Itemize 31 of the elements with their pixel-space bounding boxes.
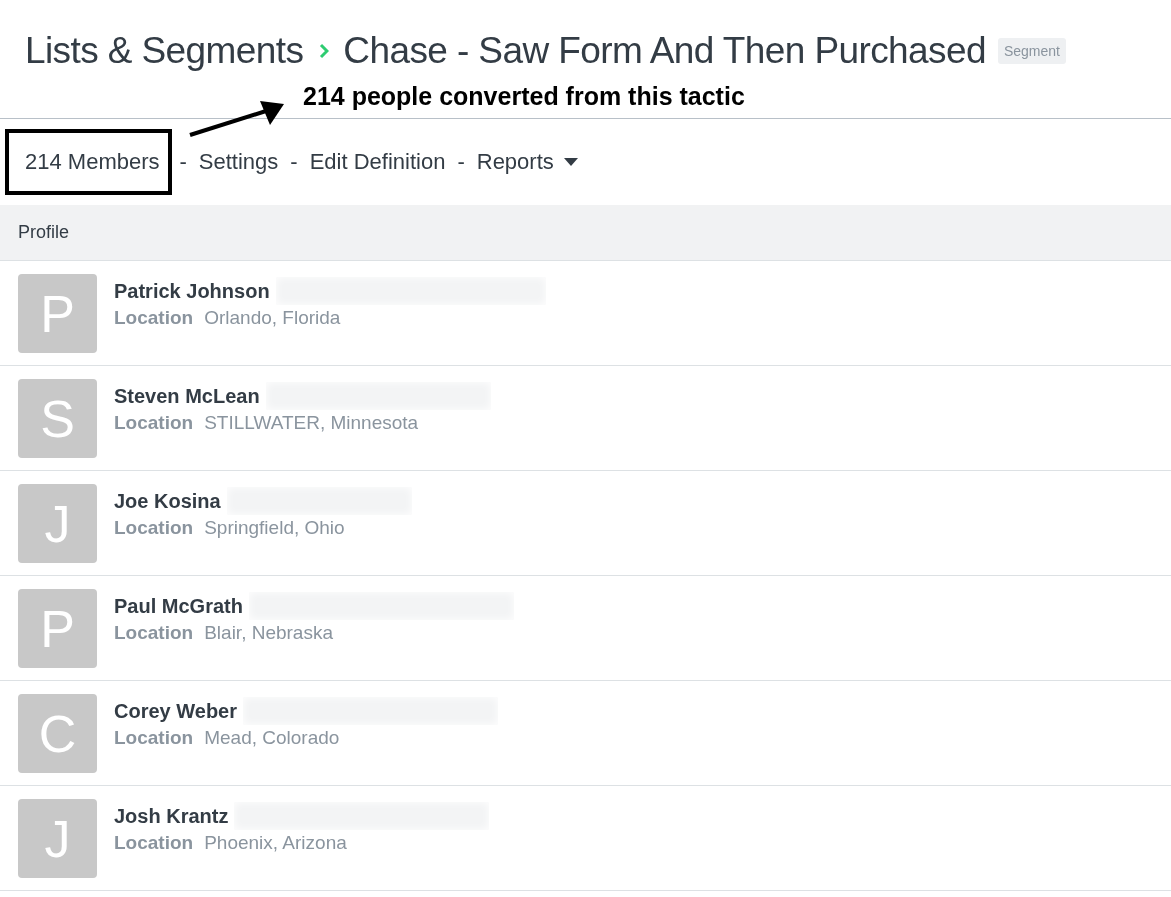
location-value: STILLWATER, Minnesota xyxy=(204,412,419,434)
reports-dropdown[interactable]: Reports xyxy=(476,149,578,175)
caret-icon xyxy=(563,158,578,166)
field-label: Location xyxy=(114,622,194,644)
field-label: Location xyxy=(114,307,194,329)
location-value: Springfield, Ohio xyxy=(204,517,345,539)
nav-separator: - xyxy=(457,149,465,175)
location-value: Orlando, Florida xyxy=(204,307,341,329)
profile-name[interactable]: Josh Krantz xyxy=(114,804,229,828)
nav-link[interactable]: Settings xyxy=(198,149,279,175)
segment-badge: Segment xyxy=(997,38,1066,64)
location-value: Mead, Colorado xyxy=(204,727,340,749)
chevron-icon xyxy=(319,43,330,59)
nav-link[interactable]: Edit Definition xyxy=(309,149,446,175)
profile-name[interactable]: Steven McLean xyxy=(114,384,260,408)
field-label: Location xyxy=(114,412,194,434)
profile-name[interactable]: Paul McGrath xyxy=(114,594,243,618)
field-label: Location xyxy=(114,517,194,539)
column-header: Profile xyxy=(18,222,70,243)
nav-separator: - xyxy=(290,149,298,175)
field-label: Location xyxy=(114,832,194,854)
annotation-text: 214 people converted from this tactic xyxy=(303,81,745,111)
profile-name[interactable]: Joe Kosina xyxy=(114,489,221,513)
profile-name[interactable]: Patrick Johnson xyxy=(114,279,270,303)
profile-name[interactable]: Corey Weber xyxy=(114,699,237,723)
field-label: Location xyxy=(114,727,194,749)
location-value: Phoenix, Arizona xyxy=(204,832,347,854)
nav-separator: - xyxy=(179,149,187,175)
location-value: Blair, Nebraska xyxy=(204,622,333,644)
segment-title: Chase - Saw Form And Then Purchased xyxy=(343,30,986,72)
breadcrumb-link[interactable]: Lists & Segments xyxy=(25,30,304,72)
